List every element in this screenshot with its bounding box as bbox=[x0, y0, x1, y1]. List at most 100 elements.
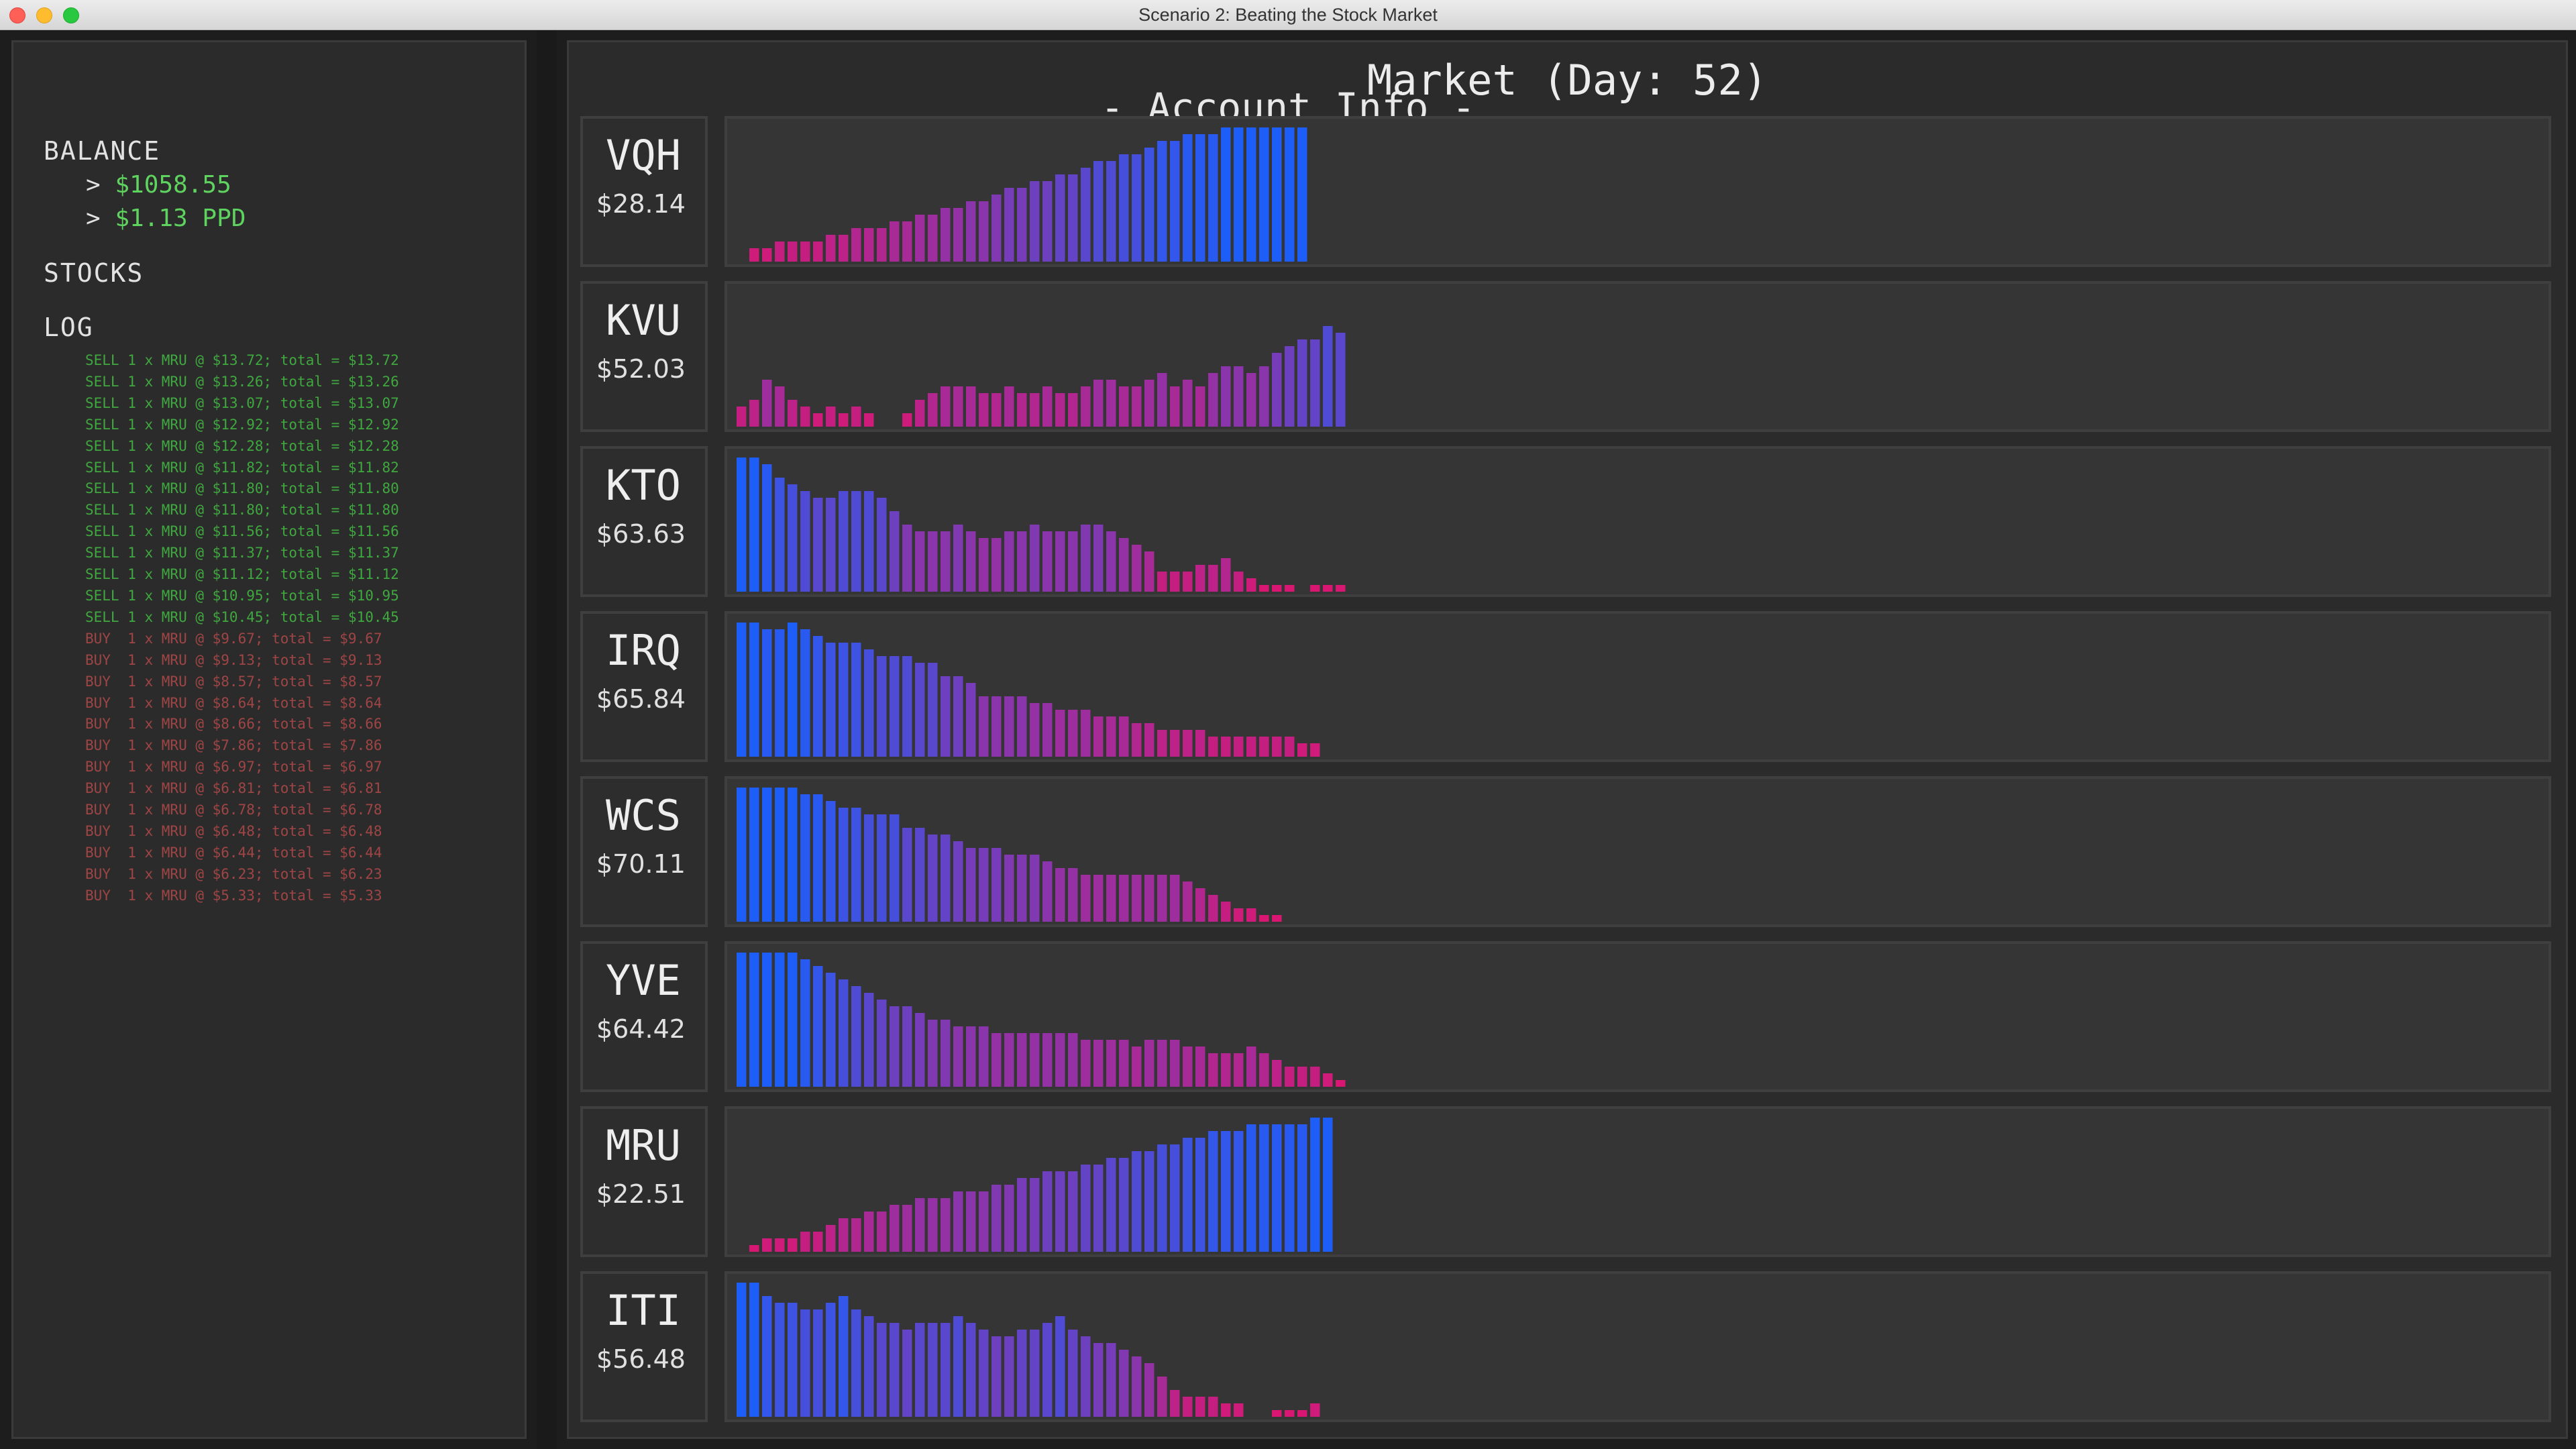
price-bar bbox=[851, 1218, 861, 1252]
price-bar bbox=[1195, 888, 1205, 922]
log-entry-buy: BUY 1 x MRU @ $9.13; total = $9.13 bbox=[85, 651, 382, 668]
price-bar bbox=[915, 828, 925, 922]
price-bar bbox=[1119, 386, 1129, 427]
stock-price-chart[interactable] bbox=[724, 116, 2551, 267]
price-bar bbox=[749, 623, 759, 757]
price-bar bbox=[1285, 127, 1295, 262]
price-bar bbox=[966, 531, 976, 592]
price-bar bbox=[1208, 134, 1218, 262]
stock-ticker-box[interactable]: KVU $52.03 bbox=[580, 281, 708, 432]
price-bar bbox=[788, 400, 798, 427]
price-bar bbox=[749, 1283, 759, 1417]
price-bar bbox=[1170, 141, 1180, 262]
stock-ticker-box[interactable]: MRU $22.51 bbox=[580, 1106, 708, 1257]
price-history-bars bbox=[737, 788, 1282, 922]
price-bar bbox=[953, 1026, 963, 1087]
stock-ticker-box[interactable]: IRQ $65.84 bbox=[580, 611, 708, 762]
price-bar bbox=[864, 491, 874, 592]
price-bar bbox=[1132, 1046, 1142, 1087]
stock-price-chart[interactable] bbox=[724, 611, 2551, 762]
stock-price-chart[interactable] bbox=[724, 1271, 2551, 1422]
price-bar bbox=[991, 848, 1002, 922]
stock-ticker-box[interactable]: VQH $28.14 bbox=[580, 116, 708, 267]
price-history-bars bbox=[737, 623, 1320, 757]
price-bar bbox=[1208, 737, 1218, 757]
price-bar bbox=[1055, 531, 1065, 592]
price-bar bbox=[915, 1013, 925, 1087]
price-bar bbox=[1208, 1053, 1218, 1087]
stock-price-chart[interactable] bbox=[724, 281, 2551, 432]
price-bar bbox=[890, 1205, 900, 1252]
price-bar bbox=[1221, 1131, 1231, 1252]
price-bar bbox=[762, 953, 772, 1087]
price-bar bbox=[953, 386, 963, 427]
stock-ticker-box[interactable]: KTO $63.63 bbox=[580, 446, 708, 597]
price-bar bbox=[1093, 1165, 1104, 1252]
price-bar bbox=[902, 828, 912, 922]
price-bar bbox=[762, 464, 772, 592]
stock-ticker-box[interactable]: ITI $56.48 bbox=[580, 1271, 708, 1422]
price-bar bbox=[1195, 565, 1205, 592]
price-bar bbox=[1030, 1330, 1040, 1417]
log-entry-buy: BUY 1 x MRU @ $6.23; total = $6.23 bbox=[85, 865, 382, 882]
price-bar bbox=[1297, 339, 1307, 427]
price-bar bbox=[851, 407, 861, 427]
price-bar bbox=[1055, 174, 1065, 262]
price-bar bbox=[915, 1198, 925, 1252]
stock-price-chart[interactable] bbox=[724, 941, 2551, 1092]
price-bar bbox=[1195, 1397, 1205, 1417]
price-bar bbox=[762, 1238, 772, 1252]
price-bar bbox=[749, 248, 759, 262]
price-bar bbox=[1030, 855, 1040, 922]
price-bar bbox=[1336, 585, 1346, 592]
stock-ticker-box[interactable]: WCS $70.11 bbox=[580, 776, 708, 927]
price-bar bbox=[1285, 585, 1295, 592]
panel-divider[interactable] bbox=[537, 30, 557, 1449]
price-history-bars bbox=[737, 1283, 1320, 1417]
ppd-line: > $1.13 PPD bbox=[86, 205, 246, 232]
price-bar bbox=[1093, 1343, 1104, 1417]
price-bar bbox=[979, 393, 989, 427]
price-bar bbox=[928, 393, 938, 427]
stock-price: $70.11 bbox=[596, 849, 686, 879]
price-bar bbox=[1132, 723, 1142, 757]
price-bar bbox=[1042, 181, 1053, 262]
price-bar bbox=[800, 1232, 810, 1252]
price-bar bbox=[1093, 380, 1104, 427]
price-bar bbox=[1132, 545, 1142, 592]
stock-price: $28.14 bbox=[596, 189, 686, 219]
price-bar bbox=[749, 953, 759, 1087]
log-entry-sell: SELL 1 x MRU @ $11.80; total = $11.80 bbox=[85, 480, 399, 497]
price-bar bbox=[1310, 339, 1320, 427]
price-bar bbox=[991, 1185, 1002, 1252]
price-bar bbox=[749, 788, 759, 922]
price-bar bbox=[979, 538, 989, 592]
price-bar bbox=[928, 835, 938, 922]
price-bar bbox=[813, 966, 823, 1087]
price-bar bbox=[1106, 531, 1116, 592]
stock-price-chart[interactable] bbox=[724, 446, 2551, 597]
price-bar bbox=[1081, 1165, 1091, 1252]
stock-ticker-box[interactable]: YVE $64.42 bbox=[580, 941, 708, 1092]
price-bar bbox=[826, 407, 836, 427]
log-entry-buy: BUY 1 x MRU @ $6.44; total = $6.44 bbox=[85, 844, 382, 861]
log-entry-buy: BUY 1 x MRU @ $5.33; total = $5.33 bbox=[85, 887, 382, 904]
price-bar bbox=[1272, 737, 1282, 757]
trade-log: SELL 1 x MRU @ $13.72; total = $13.72 SEL… bbox=[85, 350, 399, 907]
ppd-value: $1.13 PPD bbox=[115, 205, 246, 232]
price-bar bbox=[1106, 161, 1116, 262]
stock-price-chart[interactable] bbox=[724, 776, 2551, 927]
price-bar bbox=[991, 393, 1002, 427]
stock-price-chart[interactable] bbox=[724, 1106, 2551, 1257]
price-bar bbox=[928, 1323, 938, 1417]
price-bar bbox=[1272, 915, 1282, 922]
price-bar bbox=[826, 643, 836, 757]
price-bar bbox=[1157, 730, 1167, 757]
price-bar bbox=[864, 649, 874, 757]
price-bar bbox=[1004, 188, 1014, 262]
price-bar bbox=[788, 484, 798, 592]
price-bar bbox=[941, 531, 951, 592]
price-bar bbox=[1004, 696, 1014, 757]
price-bar bbox=[800, 491, 810, 592]
log-entry-buy: BUY 1 x MRU @ $6.97; total = $6.97 bbox=[85, 759, 382, 775]
